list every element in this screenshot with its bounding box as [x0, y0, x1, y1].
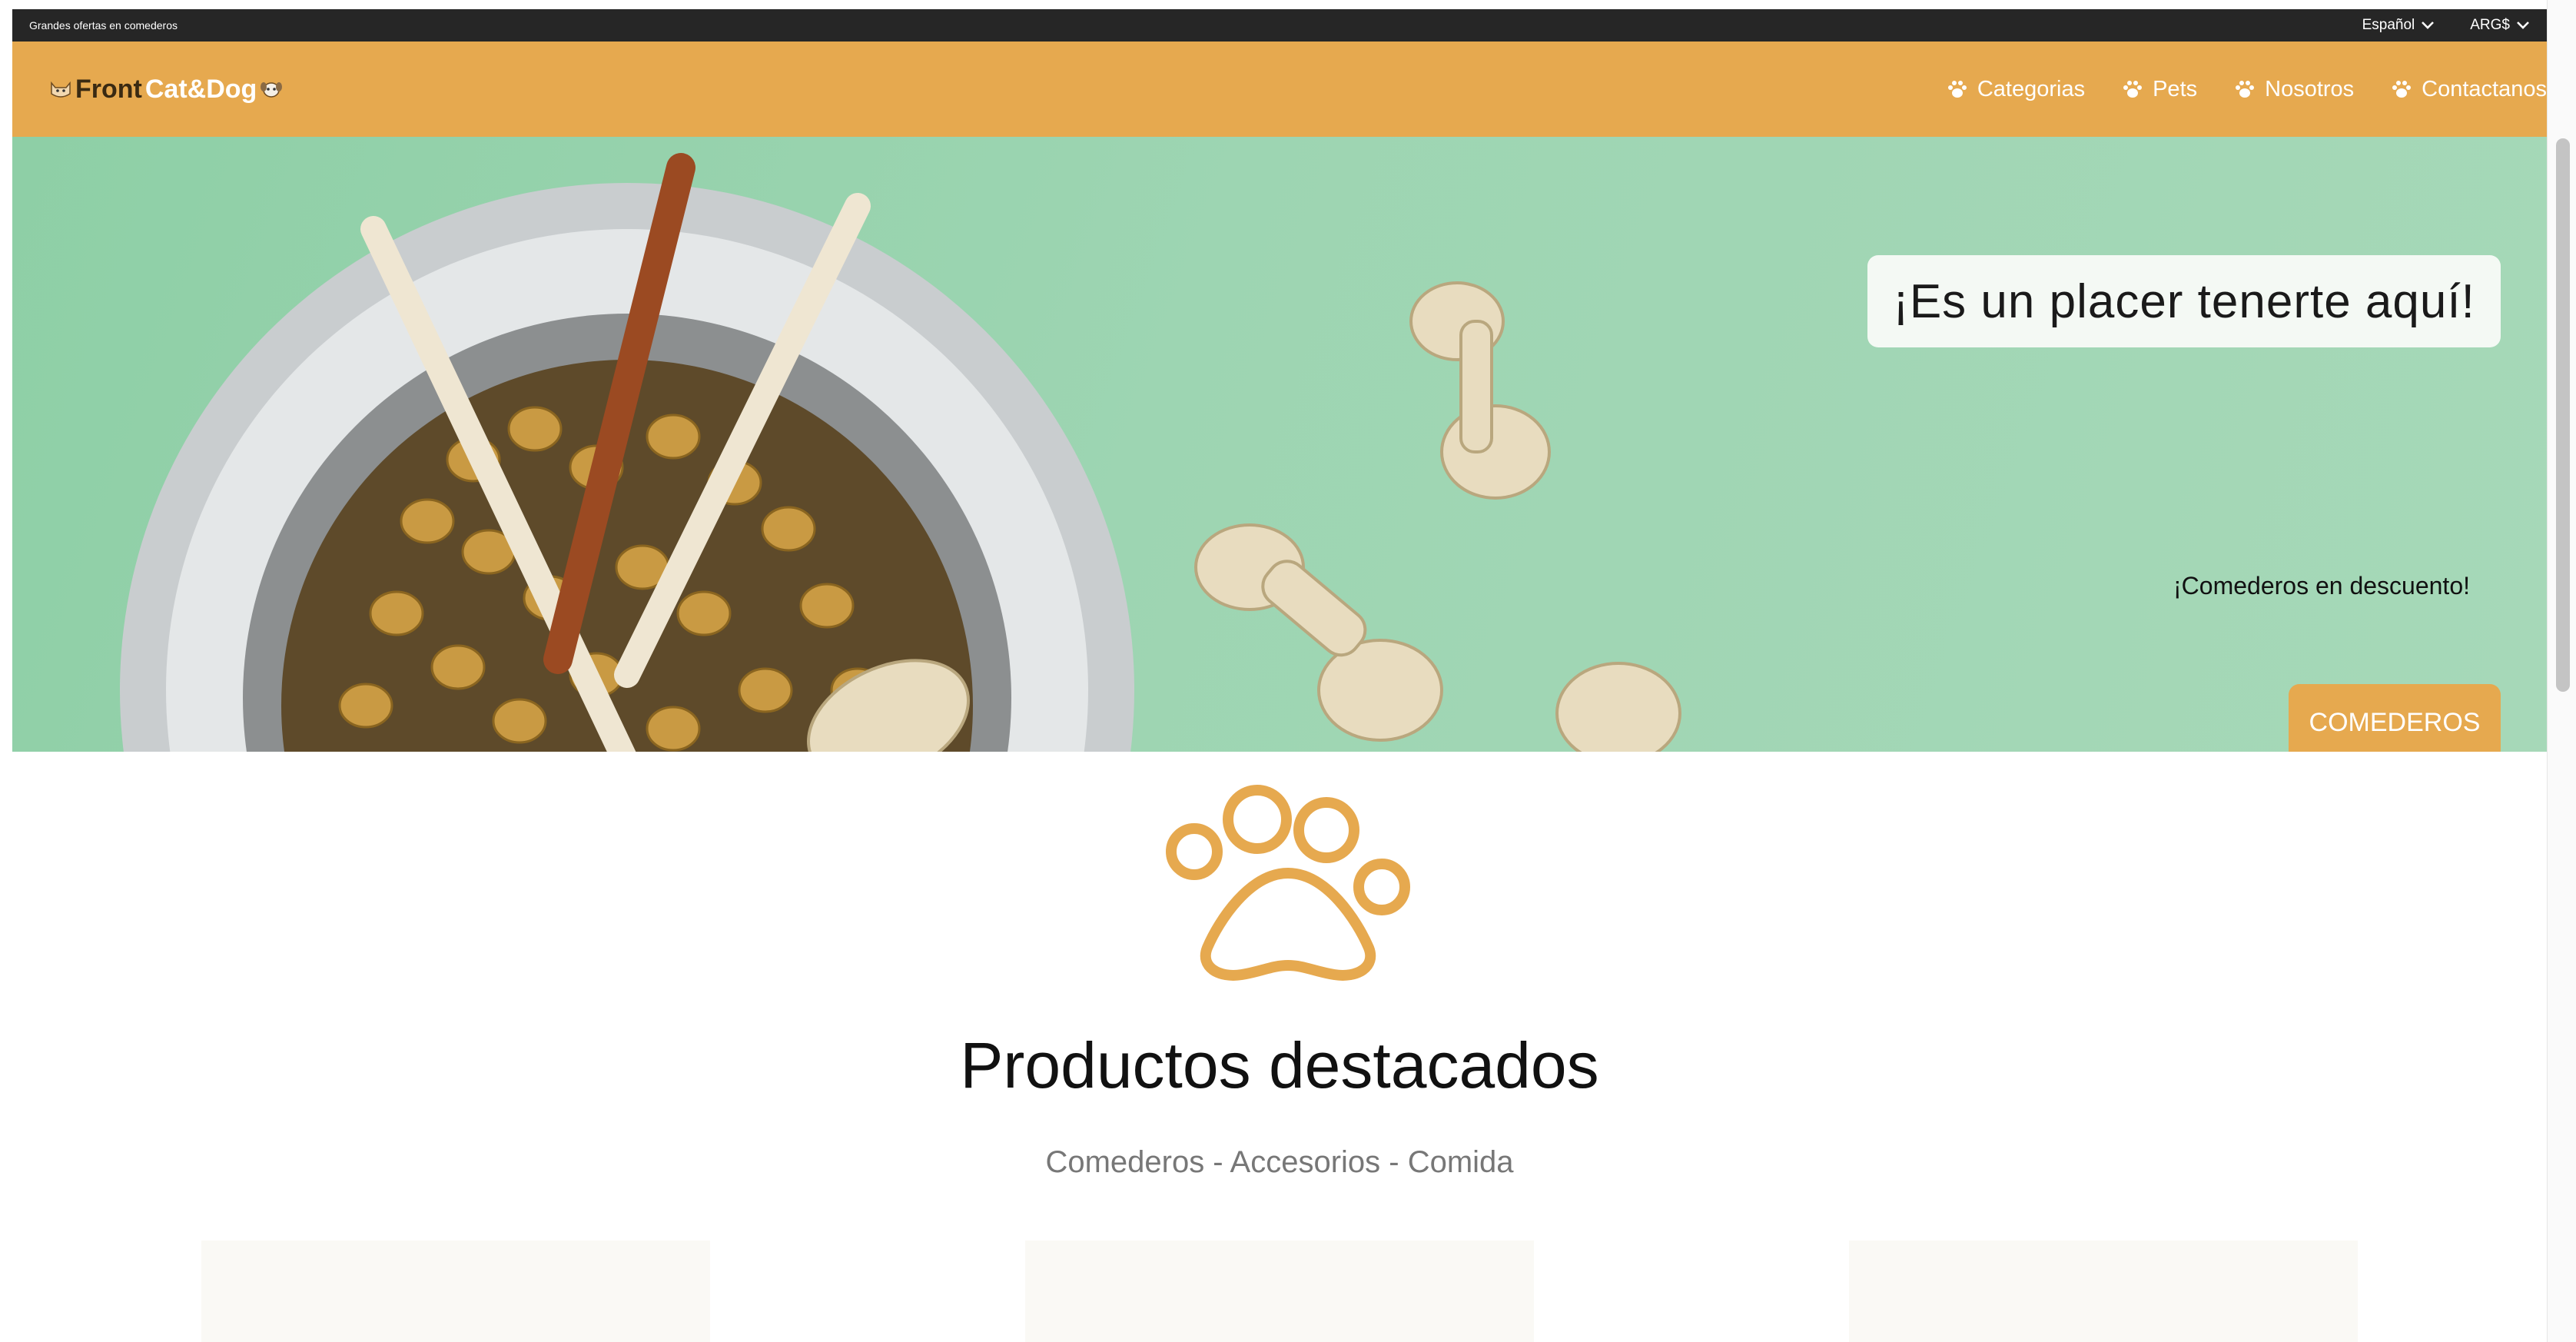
promo-text: Grandes ofertas en comederos	[29, 19, 178, 32]
topbar-selectors: Español ARG$	[2362, 17, 2530, 34]
currency-label: ARG$	[2470, 17, 2510, 33]
chevron-down-icon	[2422, 22, 2435, 29]
product-card[interactable]	[201, 1241, 710, 1342]
product-card[interactable]	[1025, 1241, 1534, 1342]
hero-subtitle: ¡Comederos en descuento!	[2173, 572, 2470, 600]
top-announcement-bar: Grandes ofertas en comederos Español ARG…	[12, 9, 2547, 42]
cat-face-icon	[51, 81, 71, 98]
hero-image	[120, 153, 1681, 752]
hero-banner: ¡Es un placer tenerte aquí! ¡Comederos e…	[12, 137, 2547, 752]
comederos-button[interactable]: COMEDEROS	[2289, 684, 2501, 752]
nav-label: Categorias	[1977, 76, 2086, 101]
main-nav: Categorias Pets Nosotros Contactanos	[1947, 77, 2547, 102]
paw-icon	[2123, 81, 2143, 98]
featured-section: Productos destacados Comederos - Accesor…	[12, 752, 2547, 1342]
site-logo[interactable]: Front Cat&Dog	[49, 75, 283, 105]
language-label: Español	[2362, 17, 2415, 33]
paw-icon	[2392, 81, 2412, 98]
main-header: Front Cat&Dog Categorias Pets Nosotros C…	[12, 42, 2547, 137]
nav-item-contactanos[interactable]: Contactanos	[2391, 77, 2547, 102]
nav-item-nosotros[interactable]: Nosotros	[2234, 77, 2354, 102]
paw-icon	[1947, 81, 1967, 98]
currency-selector[interactable]: ARG$	[2470, 17, 2530, 34]
logo-text-front: Front	[75, 74, 142, 104]
nav-label: Pets	[2153, 76, 2198, 101]
nav-label: Contactanos	[2422, 76, 2547, 101]
nav-item-categorias[interactable]: Categorias	[1947, 77, 2085, 102]
chevron-down-icon	[2517, 22, 2529, 29]
scrollbar-thumb[interactable]	[2556, 138, 2570, 692]
paw-icon	[1166, 785, 1410, 981]
nav-label: Nosotros	[2265, 76, 2355, 101]
page: Grandes ofertas en comederos Español ARG…	[0, 0, 2576, 1342]
featured-subtitle: Comederos - Accesorios - Comida	[1045, 1145, 1514, 1179]
scrollbar[interactable]	[2547, 0, 2576, 1342]
product-card[interactable]	[1849, 1241, 2358, 1342]
featured-title: Productos destacados	[960, 1029, 1599, 1101]
nav-item-pets[interactable]: Pets	[2122, 77, 2197, 102]
dog-face-icon	[261, 82, 283, 98]
page-content: Grandes ofertas en comederos Español ARG…	[12, 9, 2547, 1342]
logo-text-catdog: Cat&Dog	[144, 74, 257, 104]
paw-icon	[2236, 81, 2255, 98]
hero-heading: ¡Es un placer tenerte aquí!	[1867, 255, 2501, 347]
language-selector[interactable]: Español	[2362, 17, 2435, 34]
